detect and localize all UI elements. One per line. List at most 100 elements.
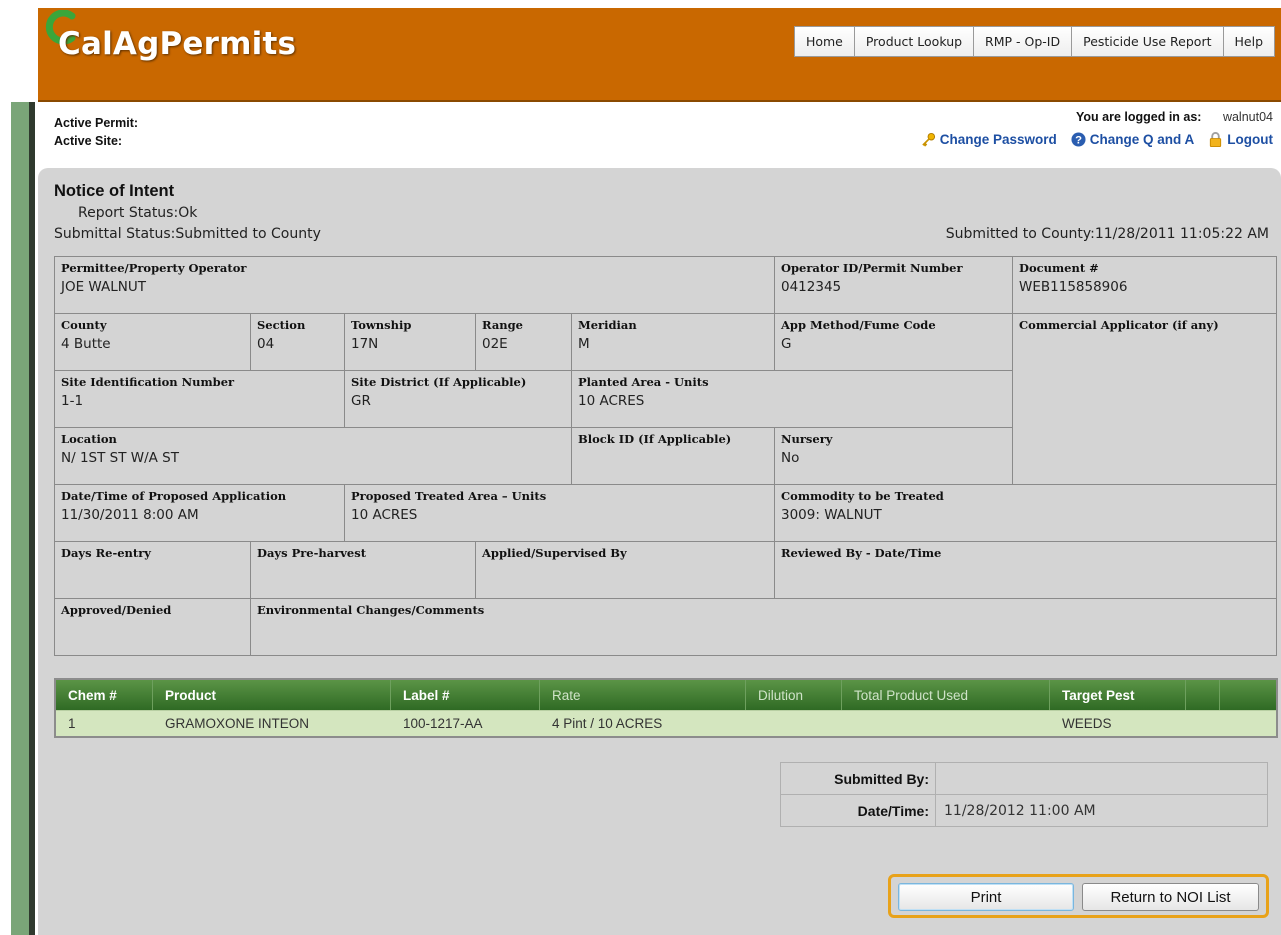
commercial-applicator-cell: Commercial Applicator (if any) (1012, 313, 1277, 485)
change-password-label: Change Password (939, 132, 1057, 147)
col-total-product[interactable]: Total Product Used (842, 680, 1050, 710)
cell-product: GRAMOXONE INTEON (165, 716, 310, 731)
change-password-link[interactable]: Change Password (921, 132, 1057, 147)
page-title: Notice of Intent (54, 182, 175, 200)
days-reentry-label: Days Re-entry (61, 546, 151, 560)
change-qa-link[interactable]: ? Change Q and A (1071, 132, 1195, 147)
planted-area-label: Planted Area - Units (578, 375, 709, 389)
col-spacer-1 (1186, 680, 1220, 710)
block-id-label: Block ID (If Applicable) (578, 432, 732, 446)
planted-area-value: 10 ACRES (578, 393, 645, 409)
app-method-value: G (781, 336, 792, 352)
action-buttons: Print Return to NOI List (888, 874, 1269, 918)
active-permit-label: Active Permit: (54, 116, 139, 130)
treated-area-cell: Proposed Treated Area – Units 10 ACRES (344, 484, 775, 542)
proposed-app-cell: Date/Time of Proposed Application 11/30/… (54, 484, 345, 542)
county-cell: County 4 Butte (54, 313, 251, 371)
block-id-cell: Block ID (If Applicable) (571, 427, 775, 485)
return-to-noi-list-button[interactable]: Return to NOI List (1082, 883, 1259, 911)
noi-details-table: Permittee/Property Operator JOE WALNUT O… (54, 256, 1277, 656)
township-label: Township (351, 318, 412, 332)
meridian-label: Meridian (578, 318, 637, 332)
chem-grid: Chem # Product Label # Rate Dilution Tot… (54, 678, 1278, 738)
permittee-value: JOE WALNUT (61, 279, 147, 295)
range-label: Range (482, 318, 523, 332)
logo[interactable]: CalAgPermits (58, 26, 296, 62)
meridian-value: M (578, 336, 590, 352)
app-header: CalAgPermits Home Product Lookup RMP - O… (38, 8, 1281, 102)
chem-grid-header: Chem # Product Label # Rate Dilution Tot… (56, 680, 1276, 710)
nav-help[interactable]: Help (1223, 26, 1275, 57)
proposed-app-value: 11/30/2011 8:00 AM (61, 507, 199, 523)
col-label-num[interactable]: Label # (391, 680, 540, 710)
col-target-pest[interactable]: Target Pest (1050, 680, 1186, 710)
document-label: Document # (1019, 261, 1099, 275)
col-spacer-2 (1220, 680, 1276, 710)
site-id-label: Site Identification Number (61, 375, 235, 389)
nursery-value: No (781, 450, 800, 466)
site-id-value: 1-1 (61, 393, 84, 409)
logged-in-label: You are logged in as: (1075, 110, 1202, 124)
days-preharvest-label: Days Pre-harvest (257, 546, 367, 560)
cell-dilution (746, 711, 842, 736)
reviewed-by-label: Reviewed By - Date/Time (781, 546, 942, 560)
operator-id-value: 0412345 (781, 279, 842, 295)
document-cell: Document # WEB115858906 (1012, 256, 1277, 314)
lock-icon (1210, 132, 1222, 147)
meridian-cell: Meridian M (571, 313, 775, 371)
submitted-info-table: Submitted By: Date/Time: 11/28/2012 11:0… (780, 762, 1268, 827)
nursery-cell: Nursery No (774, 427, 1013, 485)
col-product[interactable]: Product (153, 680, 391, 710)
logout-label: Logout (1227, 132, 1273, 147)
username: walnut04 (1222, 110, 1273, 124)
commodity-value: 3009: WALNUT (781, 507, 882, 523)
applied-by-cell: Applied/Supervised By (475, 541, 775, 599)
approved-cell: Approved/Denied (54, 598, 251, 656)
key-icon (921, 132, 935, 147)
nav-pesticide-use-report[interactable]: Pesticide Use Report (1072, 26, 1224, 57)
user-links: Change Password ? Change Q and A Logout (921, 132, 1273, 147)
env-changes-label: Environmental Changes/Comments (257, 603, 485, 617)
location-value: N/ 1ST ST W/A ST (61, 450, 179, 466)
table-row[interactable]: 1 GRAMOXONE INTEON 100-1217-AA 4 Pint / … (56, 710, 1276, 736)
treated-area-value: 10 ACRES (351, 507, 418, 523)
col-chem-num[interactable]: Chem # (56, 680, 153, 710)
content-panel: Notice of Intent Report Status:Ok Submit… (38, 168, 1281, 935)
nav-home[interactable]: Home (793, 26, 855, 57)
app-method-label: App Method/Fume Code (781, 318, 936, 332)
print-button[interactable]: Print (898, 883, 1074, 911)
logged-in-info: You are logged in as: walnut04 (1076, 110, 1273, 124)
proposed-app-label: Date/Time of Proposed Application (61, 489, 287, 503)
submitted-by-label: Submitted By: (780, 762, 936, 795)
submitted-by-value (935, 762, 1268, 795)
operator-id-cell: Operator ID/Permit Number 0412345 (774, 256, 1013, 314)
approved-label: Approved/Denied (61, 603, 172, 617)
submitted-to-county: Submitted to County:11/28/2011 11:05:22 … (945, 226, 1269, 242)
section-value: 04 (257, 336, 275, 352)
permittee-label: Permittee/Property Operator (61, 261, 247, 275)
question-icon: ? (1071, 132, 1086, 147)
cell-target-pest: WEEDS (1062, 716, 1112, 731)
nav-rmp-op-id[interactable]: RMP - Op-ID (974, 26, 1073, 57)
planted-area-cell: Planted Area - Units 10 ACRES (571, 370, 1013, 428)
location-label: Location (61, 432, 117, 446)
county-label: County (61, 318, 107, 332)
permittee-cell: Permittee/Property Operator JOE WALNUT (54, 256, 775, 314)
cell-rate: 4 Pint / 10 ACRES (552, 716, 663, 731)
svg-text:?: ? (1075, 135, 1082, 147)
section-label: Section (257, 318, 306, 332)
change-qa-label: Change Q and A (1089, 132, 1195, 147)
active-site-label: Active Site: (54, 134, 123, 148)
site-district-value: GR (351, 393, 371, 409)
commercial-applicator-label: Commercial Applicator (if any) (1019, 318, 1219, 332)
left-accent-divider (29, 102, 35, 935)
operator-id-label: Operator ID/Permit Number (781, 261, 963, 275)
col-dilution[interactable]: Dilution (746, 680, 842, 710)
logout-link[interactable]: Logout (1208, 132, 1273, 147)
app-method-cell: App Method/Fume Code G (774, 313, 1013, 371)
township-value: 17N (351, 336, 379, 352)
col-rate[interactable]: Rate (540, 680, 746, 710)
datetime-label: Date/Time: (780, 794, 936, 827)
nav-product-lookup[interactable]: Product Lookup (854, 26, 975, 57)
env-changes-cell: Environmental Changes/Comments (250, 598, 1277, 656)
